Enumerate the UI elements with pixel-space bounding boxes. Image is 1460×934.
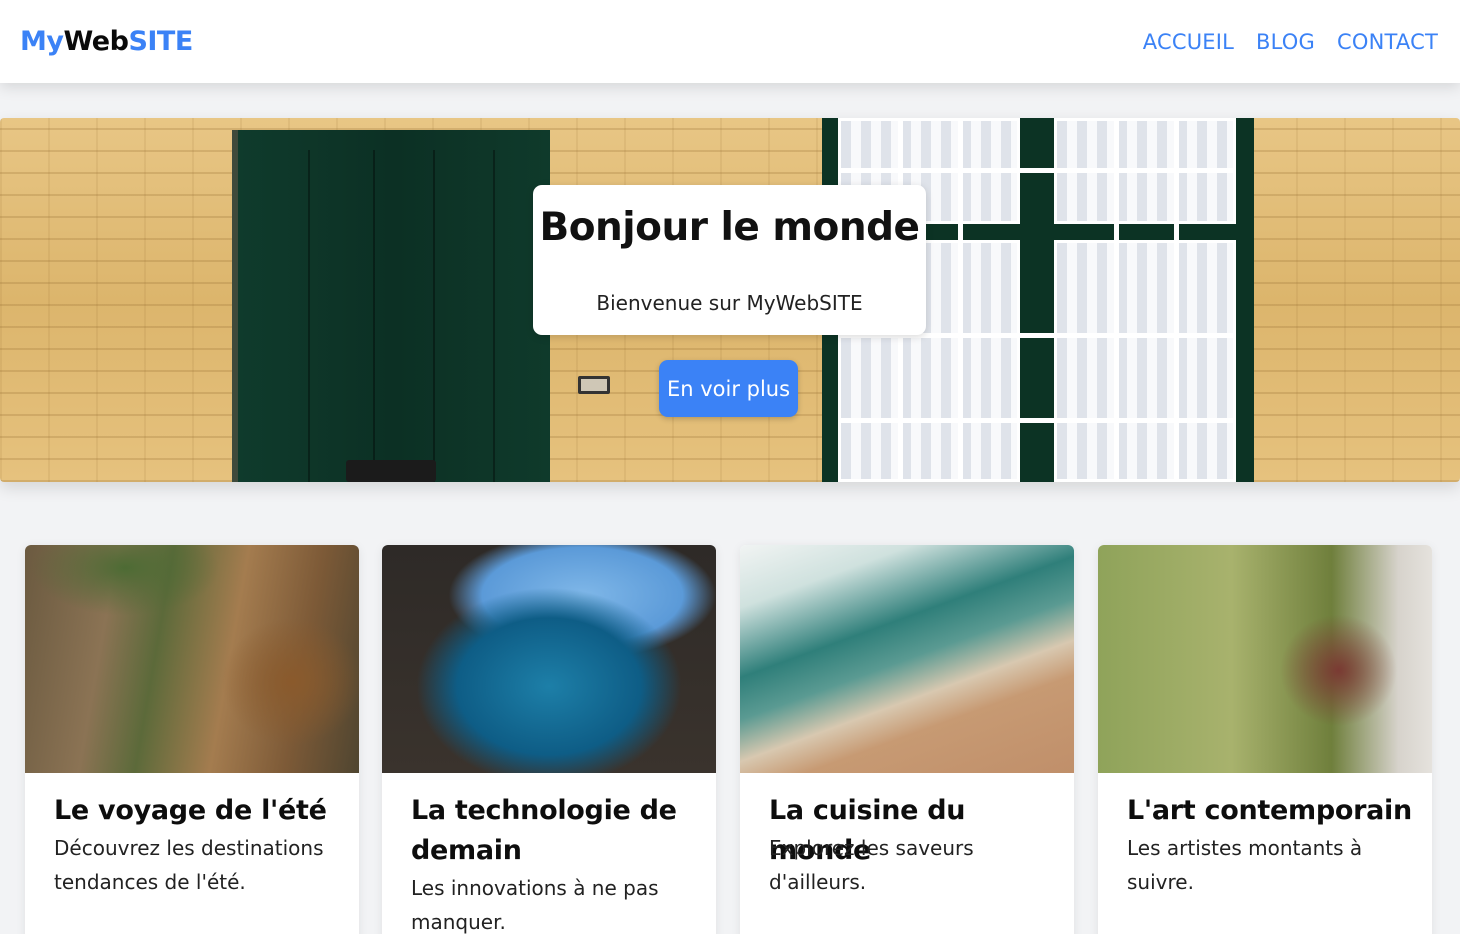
- card-title: Le voyage de l'été: [54, 795, 327, 826]
- card-image-beach: [740, 545, 1074, 773]
- hero-door-image: [232, 130, 550, 482]
- card-image-sea-cave: [382, 545, 716, 773]
- card-title: La technologie de demain: [411, 795, 677, 866]
- main-nav: ACCUEIL BLOG CONTACT: [1143, 30, 1438, 54]
- card-future-tech[interactable]: La technologie de demain Les innovations…: [382, 545, 716, 934]
- article-cards: Le voyage de l'été Découvrez les destina…: [25, 545, 1433, 934]
- card-contemporary-art[interactable]: L'art contemporain Les artistes montants…: [1098, 545, 1432, 934]
- card-text: Découvrez les destinations tendances de …: [54, 836, 324, 894]
- nav-link-blog[interactable]: BLOG: [1256, 30, 1315, 54]
- card-image-rocks: [25, 545, 359, 773]
- card-text: Les artistes montants à suivre.: [1127, 836, 1363, 894]
- door-bell: [578, 376, 610, 394]
- card-text: Explorez les saveurs d'ailleurs.: [769, 836, 974, 894]
- hero-card: Bonjour le monde Bienvenue sur MyWebSITE: [533, 185, 926, 335]
- site-logo[interactable]: MyWebSITE: [20, 26, 193, 57]
- door-plate: [346, 460, 436, 482]
- card-summer-travel[interactable]: Le voyage de l'été Découvrez les destina…: [25, 545, 359, 934]
- nav-link-contact[interactable]: CONTACT: [1337, 30, 1438, 54]
- hero-banner: Bonjour le monde Bienvenue sur MyWebSITE…: [0, 118, 1460, 482]
- card-image-field: [1098, 545, 1432, 773]
- see-more-button[interactable]: En voir plus: [659, 360, 798, 417]
- nav-link-accueil[interactable]: ACCUEIL: [1143, 30, 1234, 54]
- hero-title: Bonjour le monde: [539, 205, 920, 250]
- card-world-cuisine[interactable]: La cuisine du monde Explorez les saveurs…: [740, 545, 1074, 934]
- hero-subtitle: Bienvenue sur MyWebSITE: [596, 291, 863, 315]
- navbar: MyWebSITE ACCUEIL BLOG CONTACT: [0, 0, 1460, 83]
- card-text: Les innovations à ne pas manquer.: [411, 876, 659, 934]
- card-title: L'art contemporain: [1127, 795, 1412, 826]
